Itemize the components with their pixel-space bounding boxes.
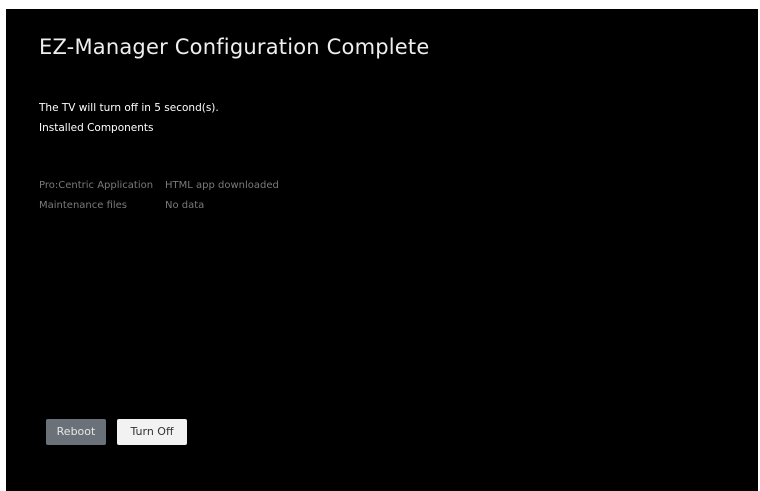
tv-screen: EZ-Manager Configuration Complete The TV… — [6, 9, 758, 491]
list-item: Pro:Centric Application HTML app downloa… — [39, 180, 279, 200]
installed-components-heading: Installed Components — [39, 122, 154, 134]
list-item: Maintenance files No data — [39, 200, 279, 220]
reboot-button[interactable]: Reboot — [46, 419, 106, 445]
component-name: Maintenance files — [39, 200, 128, 211]
component-name: Pro:Centric Application — [39, 180, 154, 191]
components-list: Pro:Centric Application HTML app downloa… — [39, 180, 279, 220]
component-status: HTML app downloaded — [165, 180, 279, 191]
turn-off-button[interactable]: Turn Off — [117, 419, 187, 445]
component-status: No data — [165, 200, 205, 211]
countdown-message: The TV will turn off in 5 second(s). — [39, 102, 219, 114]
page-title: EZ-Manager Configuration Complete — [39, 35, 430, 59]
